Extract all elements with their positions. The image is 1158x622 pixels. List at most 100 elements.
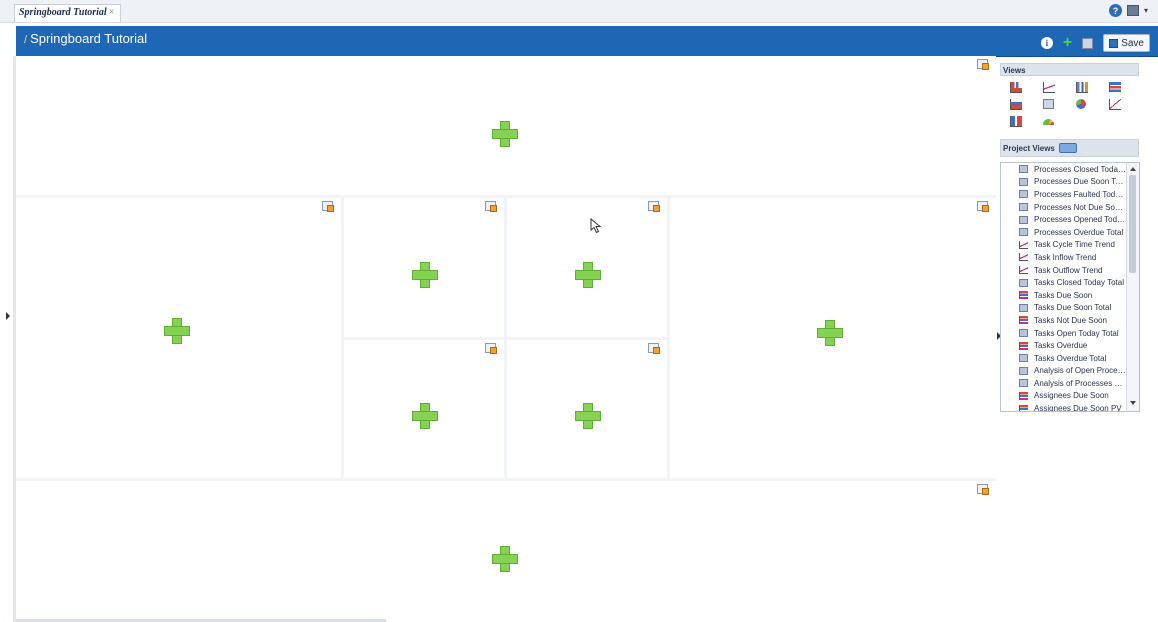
list-item[interactable]: Processes Due Soon Tot... — [1001, 176, 1127, 189]
table-view-icon — [1019, 203, 1028, 212]
list-item[interactable]: Tasks Overdue Total — [1001, 352, 1127, 365]
add-view-plus-icon[interactable] — [412, 262, 438, 288]
add-view-plus-icon[interactable] — [492, 546, 518, 572]
springboard-canvas — [16, 56, 996, 622]
layout-cell-mid-b[interactable] — [507, 198, 667, 337]
list-item-label: Processes Not Due Soon ... — [1034, 202, 1127, 212]
list-item-label: Task Outflow Trend — [1034, 265, 1103, 275]
cell-properties-icon[interactable] — [648, 201, 660, 212]
list-item[interactable]: Tasks Open Today Total — [1001, 327, 1127, 340]
pane-layout-icon[interactable] — [1126, 5, 1139, 16]
layout-cell-left[interactable] — [16, 198, 341, 478]
scroll-down-icon[interactable] — [1130, 401, 1136, 405]
gauge-view-icon[interactable] — [1043, 119, 1054, 125]
combo-chart-view-icon[interactable] — [1010, 116, 1022, 127]
line-chart-view-icon[interactable] — [1043, 82, 1055, 93]
project-views-scrollbar[interactable] — [1126, 163, 1139, 411]
help-icon[interactable]: ? — [1108, 4, 1122, 17]
trend-view-icon — [1019, 266, 1028, 275]
list-item[interactable]: Tasks Overdue — [1001, 339, 1127, 352]
table-view-icon — [1019, 177, 1028, 186]
list-item-label: Analysis of Processes Cl... — [1034, 378, 1127, 388]
tab-strip: Springboard Tutorial × ? ▾ — [0, 0, 1158, 23]
header-toolbar: i + Save — [1040, 34, 1150, 52]
table-view-icon — [1019, 379, 1028, 388]
horizontal-bar-chart-view-icon[interactable] — [1109, 82, 1121, 92]
layout-cell-mid-c[interactable] — [344, 340, 504, 478]
list-item-label: Task Inflow Trend — [1034, 252, 1097, 262]
layout-cell-mid-a[interactable] — [344, 198, 504, 337]
cell-properties-icon[interactable] — [977, 201, 989, 212]
expand-left-pane-icon[interactable] — [6, 312, 10, 320]
table-view-icon — [1019, 303, 1028, 312]
add-view-plus-icon[interactable] — [164, 318, 190, 344]
table-view-icon — [1019, 215, 1028, 224]
scroll-up-icon[interactable] — [1130, 167, 1136, 171]
list-item-label: Assignees Due Soon — [1034, 391, 1109, 401]
cell-properties-icon[interactable] — [977, 484, 989, 495]
list-item[interactable]: Task Inflow Trend — [1001, 251, 1127, 264]
edit-pencil-icon: / — [24, 34, 28, 46]
list-item[interactable]: Processes Not Due Soon ... — [1001, 201, 1127, 214]
add-view-plus-icon[interactable] — [575, 403, 601, 429]
list-item[interactable]: Processes Faulted Today... — [1001, 188, 1127, 201]
list-item[interactable]: Assignees Due Soon — [1001, 390, 1127, 403]
views-side-panel: Views Project Views Processes Closed Tod… — [1000, 58, 1158, 622]
table-view-icon — [1019, 354, 1028, 363]
list-item[interactable]: Tasks Due Soon — [1001, 289, 1127, 302]
layout-grid-icon[interactable] — [1082, 37, 1094, 49]
list-item-label: Task Cycle Time Trend — [1034, 240, 1115, 250]
area-chart-view-icon[interactable] — [1010, 99, 1022, 110]
top-right-tools: ? ▾ — [1108, 4, 1148, 17]
list-item[interactable]: Task Cycle Time Trend — [1001, 239, 1127, 252]
add-view-plus-icon[interactable] — [817, 320, 843, 346]
list-item[interactable]: Assignees Due Soon PV — [1001, 402, 1127, 411]
cell-properties-icon[interactable] — [977, 59, 989, 70]
add-icon[interactable]: + — [1063, 35, 1072, 51]
list-item[interactable]: Analysis of Processes Cl... — [1001, 377, 1127, 390]
refresh-project-views-icon[interactable] — [1058, 143, 1077, 153]
cell-properties-icon[interactable] — [485, 201, 497, 212]
layout-cell-top[interactable] — [16, 56, 996, 195]
list-item-label: Tasks Overdue Total — [1034, 353, 1107, 363]
layout-cell-right[interactable] — [670, 198, 996, 478]
list-item[interactable]: Task Outflow Trend — [1001, 264, 1127, 277]
bar-view-icon — [1019, 391, 1028, 400]
tab-springboard-tutorial[interactable]: Springboard Tutorial × — [14, 4, 122, 22]
save-button[interactable]: Save — [1103, 34, 1150, 52]
list-item[interactable]: Processes Opened Toda... — [1001, 213, 1127, 226]
mouse-cursor-icon — [590, 218, 602, 234]
info-icon[interactable]: i — [1040, 37, 1053, 49]
views-section-heading: Views — [1000, 63, 1139, 76]
bar-chart-view-icon[interactable] — [1010, 82, 1022, 93]
save-disk-icon — [1109, 38, 1119, 48]
pie-chart-view-icon[interactable] — [1076, 99, 1086, 109]
list-item-label: Processes Overdue Total — [1034, 227, 1124, 237]
add-view-plus-icon[interactable] — [492, 121, 518, 147]
add-view-plus-icon[interactable] — [575, 262, 601, 288]
list-item[interactable]: Tasks Due Soon Total — [1001, 302, 1127, 315]
list-item[interactable]: Analysis of Open Proces... — [1001, 365, 1127, 378]
list-item-label: Tasks Due Soon Total — [1034, 303, 1112, 313]
cell-properties-icon[interactable] — [648, 343, 660, 354]
scatter-chart-view-icon[interactable] — [1109, 99, 1121, 110]
list-item[interactable]: Processes Closed Today ... — [1001, 163, 1127, 176]
layout-cell-bottom[interactable] — [16, 481, 996, 622]
page-title: / Springboard Tutorial — [24, 31, 147, 46]
tab-close-icon[interactable]: × — [109, 7, 115, 18]
list-item[interactable]: Tasks Closed Today Total — [1001, 276, 1127, 289]
column-chart-view-icon[interactable] — [1076, 82, 1088, 93]
cell-properties-icon[interactable] — [322, 201, 334, 212]
bar-view-icon — [1019, 341, 1028, 350]
scroll-thumb[interactable] — [1129, 175, 1136, 273]
table-view-icon[interactable] — [1043, 99, 1054, 109]
list-item-label: Tasks Open Today Total — [1034, 328, 1119, 338]
add-view-plus-icon[interactable] — [412, 403, 438, 429]
layout-cell-mid-d[interactable] — [507, 340, 667, 478]
cell-properties-icon[interactable] — [485, 343, 497, 354]
list-item-label: Tasks Overdue — [1034, 341, 1088, 351]
list-item[interactable]: Tasks Not Due Soon — [1001, 314, 1127, 327]
table-view-icon — [1019, 190, 1028, 199]
list-item[interactable]: Processes Overdue Total — [1001, 226, 1127, 239]
chevron-down-icon[interactable]: ▾ — [1144, 6, 1148, 15]
